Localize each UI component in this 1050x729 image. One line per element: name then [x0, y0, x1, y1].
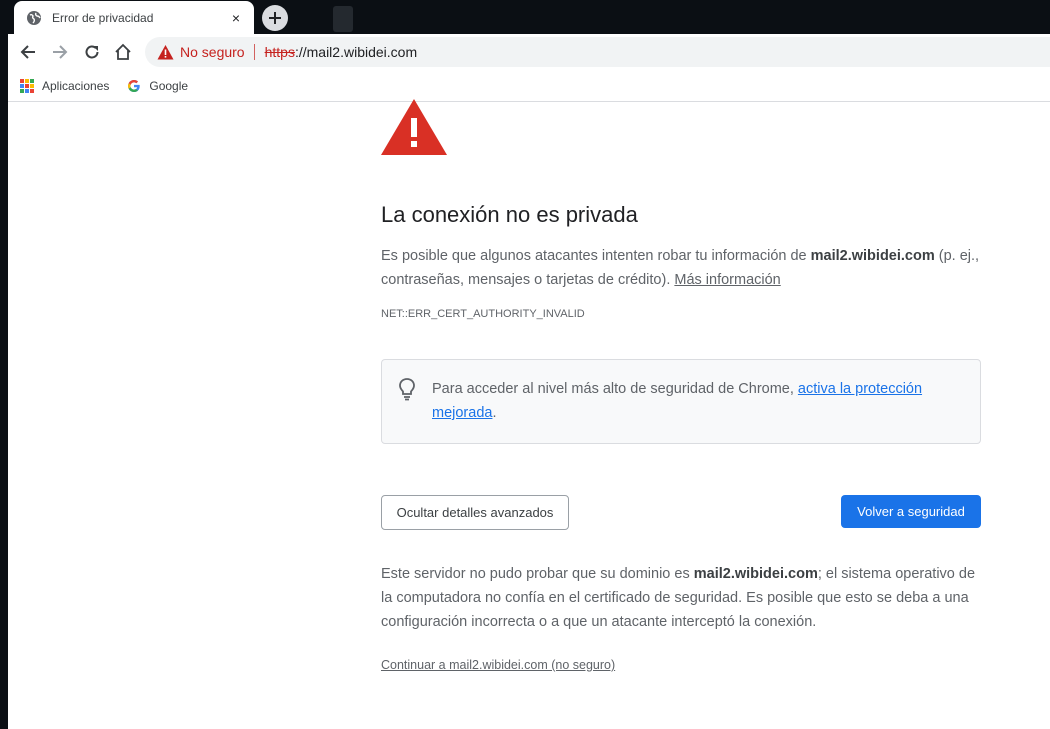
hint-text-start: Para acceder al nivel más alto de seguri… [432, 381, 798, 397]
details-domain: mail2.wibidei.com [693, 566, 818, 582]
not-secure-label[interactable]: No seguro [180, 44, 245, 60]
omnibox-divider [253, 44, 255, 60]
hint-text-end: . [492, 405, 497, 421]
interstitial-page: La conexión no es privada Es posible que… [8, 99, 1050, 729]
proceed-unsafe-link[interactable]: Continuar a mail2.wibidei.com (no seguro… [381, 658, 615, 672]
tab-strip: Error de privacidad × [0, 0, 1050, 34]
page-title: La conexión no es privada [381, 202, 638, 227]
details-paragraph: Este servidor no pudo probar que su domi… [381, 562, 981, 634]
explanation-domain: mail2.wibidei.com [810, 248, 935, 264]
browser-toolbar: No seguro https://mail2.wibidei.com [8, 34, 1050, 70]
google-g-icon [128, 79, 141, 92]
bookmarks-bar: Aplicaciones Google [8, 70, 1050, 102]
plus-icon [269, 12, 281, 24]
enhanced-protection-hint: Para acceder al nivel más alto de seguri… [381, 359, 981, 444]
tab-privacy-error[interactable]: Error de privacidad × [14, 1, 254, 34]
tab-title: Error de privacidad [52, 10, 154, 25]
new-tab-button[interactable] [262, 5, 288, 31]
globe-icon [27, 10, 41, 25]
apps-grid-icon [20, 78, 34, 93]
explanation-paragraph: Es posible que algunos atacantes intente… [381, 244, 981, 292]
blurred-tab-icon [333, 6, 353, 32]
bookmark-google[interactable]: Google [127, 79, 188, 93]
bookmark-apps[interactable]: Aplicaciones [20, 78, 110, 93]
home-icon [115, 43, 131, 60]
window-left-edge [0, 0, 8, 729]
reload-icon [85, 45, 99, 59]
more-info-link[interactable]: Más información [674, 272, 780, 288]
address-bar[interactable]: No seguro https://mail2.wibidei.com [145, 37, 1050, 67]
forward-arrow-icon [53, 45, 68, 59]
warning-triangle-icon [381, 99, 447, 155]
reload-button[interactable] [81, 41, 103, 63]
url-text[interactable]: https://mail2.wibidei.com [265, 44, 418, 60]
tab-close-icon[interactable]: × [228, 10, 244, 26]
hint-text: Para acceder al nivel más alto de seguri… [432, 377, 952, 425]
url-host: ://mail2.wibidei.com [294, 44, 418, 60]
forward-button[interactable] [49, 41, 71, 63]
url-scheme: https [264, 44, 295, 60]
home-button[interactable] [112, 41, 134, 63]
back-arrow-icon [20, 45, 35, 59]
error-code: NET::ERR_CERT_AUTHORITY_INVALID [381, 308, 585, 320]
hide-advanced-button[interactable]: Ocultar detalles avanzados [381, 495, 569, 530]
details-text: Este servidor no pudo probar que su domi… [381, 566, 694, 582]
back-button[interactable] [17, 41, 39, 63]
back-to-safety-button[interactable]: Volver a seguridad [841, 495, 981, 528]
lightbulb-icon [399, 378, 415, 401]
bookmark-apps-label: Aplicaciones [42, 78, 110, 93]
explanation-text: Es posible que algunos atacantes intente… [381, 248, 811, 264]
bookmark-google-label: Google [149, 78, 189, 93]
warning-triangle-icon[interactable] [157, 44, 174, 61]
